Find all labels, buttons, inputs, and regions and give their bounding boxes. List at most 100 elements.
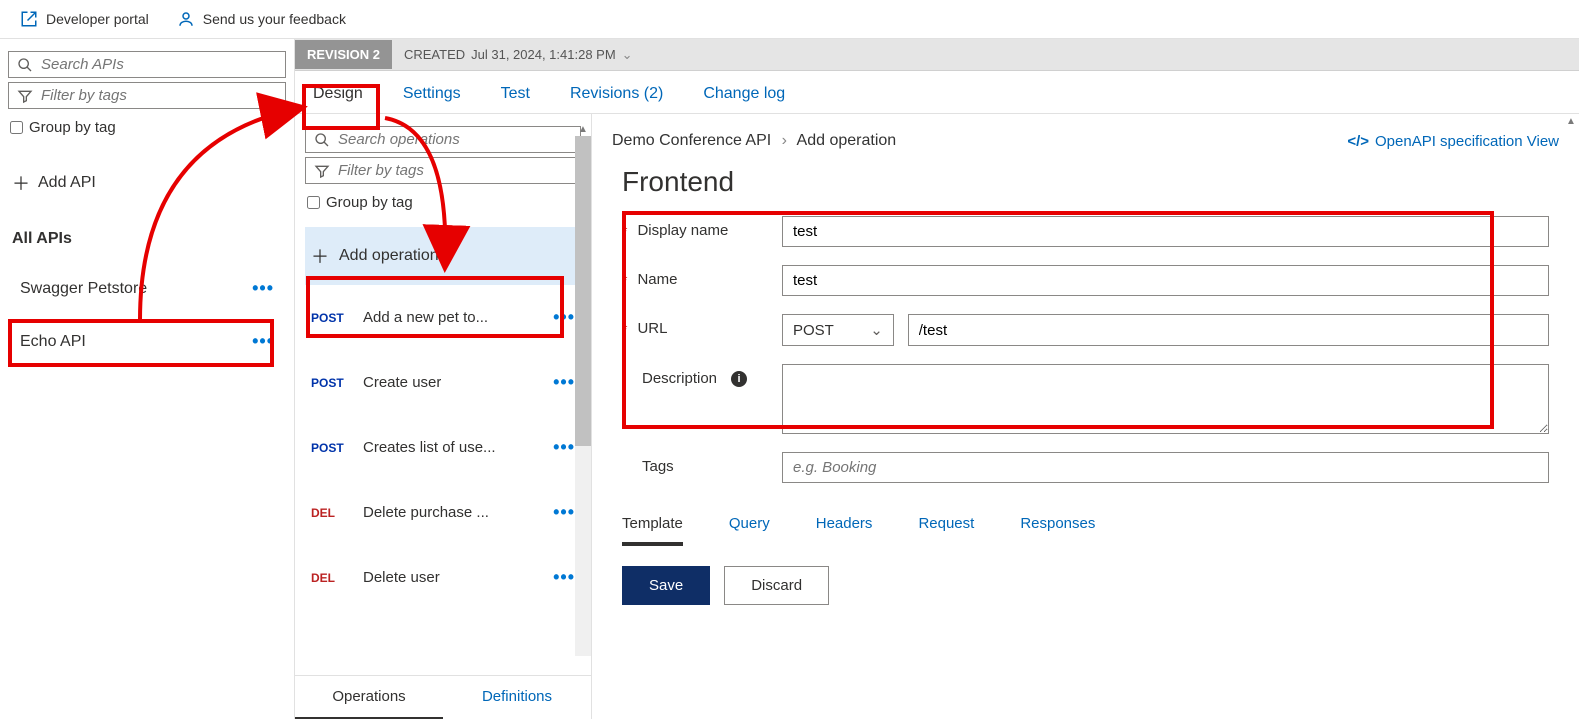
method-badge: DEL	[311, 506, 349, 520]
filter-operations-input[interactable]	[338, 162, 572, 179]
subtab-template[interactable]: Template	[622, 515, 683, 546]
name-input[interactable]	[782, 265, 1549, 296]
operation-item[interactable]: POST Creates list of use... •••	[305, 415, 581, 480]
feedback-icon	[177, 10, 195, 28]
more-icon[interactable]: •••	[553, 372, 575, 393]
more-icon[interactable]: •••	[553, 567, 575, 588]
filter-operations-box[interactable]	[305, 157, 581, 184]
subtab-responses[interactable]: Responses	[1020, 515, 1095, 546]
tab-revisions[interactable]: Revisions (2)	[570, 85, 663, 103]
operation-item[interactable]: DEL Delete purchase ... •••	[305, 480, 581, 545]
frontend-subtabs: Template Query Headers Request Responses	[622, 501, 1549, 546]
api-item-label: Echo API	[20, 333, 86, 351]
operation-name: Delete purchase ...	[363, 504, 489, 521]
created-label: CREATED	[404, 47, 465, 62]
subtab-query[interactable]: Query	[729, 515, 770, 546]
add-operation-label: Add operation	[339, 247, 439, 265]
more-icon[interactable]: •••	[553, 307, 575, 328]
api-tabs: Design Settings Test Revisions (2) Chang…	[295, 71, 1579, 114]
search-operations-input[interactable]	[338, 131, 572, 148]
plus-icon: ＋	[311, 243, 329, 269]
url-method-value: POST	[793, 322, 834, 339]
url-method-select[interactable]: POST ⌄	[782, 314, 894, 346]
tab-test[interactable]: Test	[501, 85, 530, 103]
tab-settings[interactable]: Settings	[403, 85, 461, 103]
ops-bottom-tabs: Operations Definitions	[295, 675, 591, 719]
tab-changelog[interactable]: Change log	[703, 85, 785, 103]
search-apis-box[interactable]	[8, 51, 286, 78]
group-by-tag-input[interactable]	[10, 121, 23, 134]
revision-bar: REVISION 2 CREATED Jul 31, 2024, 1:41:28…	[295, 39, 1579, 71]
filter-apis-box[interactable]	[8, 82, 286, 109]
chevron-down-icon: ⌄	[622, 47, 633, 63]
openapi-spec-link[interactable]: </> OpenAPI specification View	[1347, 133, 1559, 150]
display-name-input[interactable]	[782, 216, 1549, 247]
display-name-label: Display name	[637, 222, 728, 239]
more-icon[interactable]: •••	[553, 437, 575, 458]
main-content: Demo Conference API › Add operation </> …	[592, 114, 1579, 719]
created-value: Jul 31, 2024, 1:41:28 PM	[471, 47, 616, 62]
url-label: URL	[637, 320, 667, 337]
api-item-echo-api[interactable]: Echo API •••	[8, 317, 286, 366]
more-icon[interactable]: •••	[252, 331, 274, 352]
tab-definitions[interactable]: Definitions	[443, 676, 591, 719]
breadcrumb-current: Add operation	[797, 132, 897, 149]
more-icon[interactable]: •••	[252, 278, 274, 299]
developer-portal-label: Developer portal	[46, 11, 149, 27]
search-apis-input[interactable]	[41, 56, 277, 73]
required-indicator: *	[622, 321, 627, 337]
search-icon	[17, 57, 33, 73]
operation-name: Create user	[363, 374, 441, 391]
code-icon: </>	[1347, 133, 1369, 150]
openapi-spec-label: OpenAPI specification View	[1375, 133, 1559, 150]
operation-name: Add a new pet to...	[363, 309, 488, 326]
plus-icon: ＋	[12, 170, 30, 196]
group-by-tag-label: Group by tag	[29, 119, 116, 136]
frontend-heading: Frontend	[622, 166, 1549, 198]
operation-item[interactable]: POST Add a new pet to... •••	[305, 285, 581, 350]
required-indicator: *	[622, 272, 627, 288]
method-badge: POST	[311, 441, 349, 455]
scroll-up-icon: ▲	[1563, 114, 1579, 128]
api-item-label: Swagger Petstore	[20, 280, 147, 298]
feedback-link[interactable]: Send us your feedback	[177, 10, 346, 28]
filter-icon	[17, 88, 33, 104]
more-icon[interactable]: •••	[553, 502, 575, 523]
developer-portal-link[interactable]: Developer portal	[20, 10, 149, 28]
all-apis-heading[interactable]: All APIs	[8, 224, 286, 260]
breadcrumb: Demo Conference API › Add operation	[612, 132, 896, 150]
filter-icon	[314, 163, 330, 179]
operation-item[interactable]: POST Create user •••	[305, 350, 581, 415]
ops-group-by-tag-label: Group by tag	[326, 194, 413, 211]
group-by-tag-checkbox[interactable]: Group by tag	[8, 113, 286, 142]
tags-input[interactable]	[782, 452, 1549, 483]
description-input[interactable]	[782, 364, 1549, 434]
add-operation-button[interactable]: ＋ Add operation	[305, 227, 581, 285]
search-operations-box[interactable]	[305, 126, 581, 153]
operation-name: Creates list of use...	[363, 439, 496, 456]
save-button[interactable]: Save	[622, 566, 710, 605]
tab-operations[interactable]: Operations	[295, 676, 443, 719]
required-indicator: *	[622, 223, 627, 239]
ops-group-by-tag-checkbox[interactable]: Group by tag	[305, 188, 581, 217]
external-link-icon	[20, 10, 38, 28]
tab-design[interactable]: Design	[313, 85, 363, 103]
revision-created[interactable]: CREATED Jul 31, 2024, 1:41:28 PM ⌄	[392, 47, 645, 63]
method-badge: DEL	[311, 571, 349, 585]
revision-badge: REVISION 2	[295, 40, 392, 69]
add-api-button[interactable]: ＋ Add API	[8, 146, 286, 220]
subtab-request[interactable]: Request	[918, 515, 974, 546]
subtab-headers[interactable]: Headers	[816, 515, 873, 546]
breadcrumb-api[interactable]: Demo Conference API	[612, 132, 771, 149]
discard-button[interactable]: Discard	[724, 566, 829, 605]
url-path-input[interactable]	[908, 314, 1549, 346]
name-label: Name	[637, 271, 677, 288]
description-label: Description	[642, 370, 717, 387]
operation-item[interactable]: DEL Delete user •••	[305, 545, 581, 610]
info-icon[interactable]: i	[731, 371, 747, 387]
api-item-swagger-petstore[interactable]: Swagger Petstore •••	[8, 264, 286, 313]
ops-group-by-tag-input[interactable]	[307, 196, 320, 209]
add-api-label: Add API	[38, 174, 96, 192]
filter-apis-input[interactable]	[41, 87, 277, 104]
method-badge: POST	[311, 311, 349, 325]
